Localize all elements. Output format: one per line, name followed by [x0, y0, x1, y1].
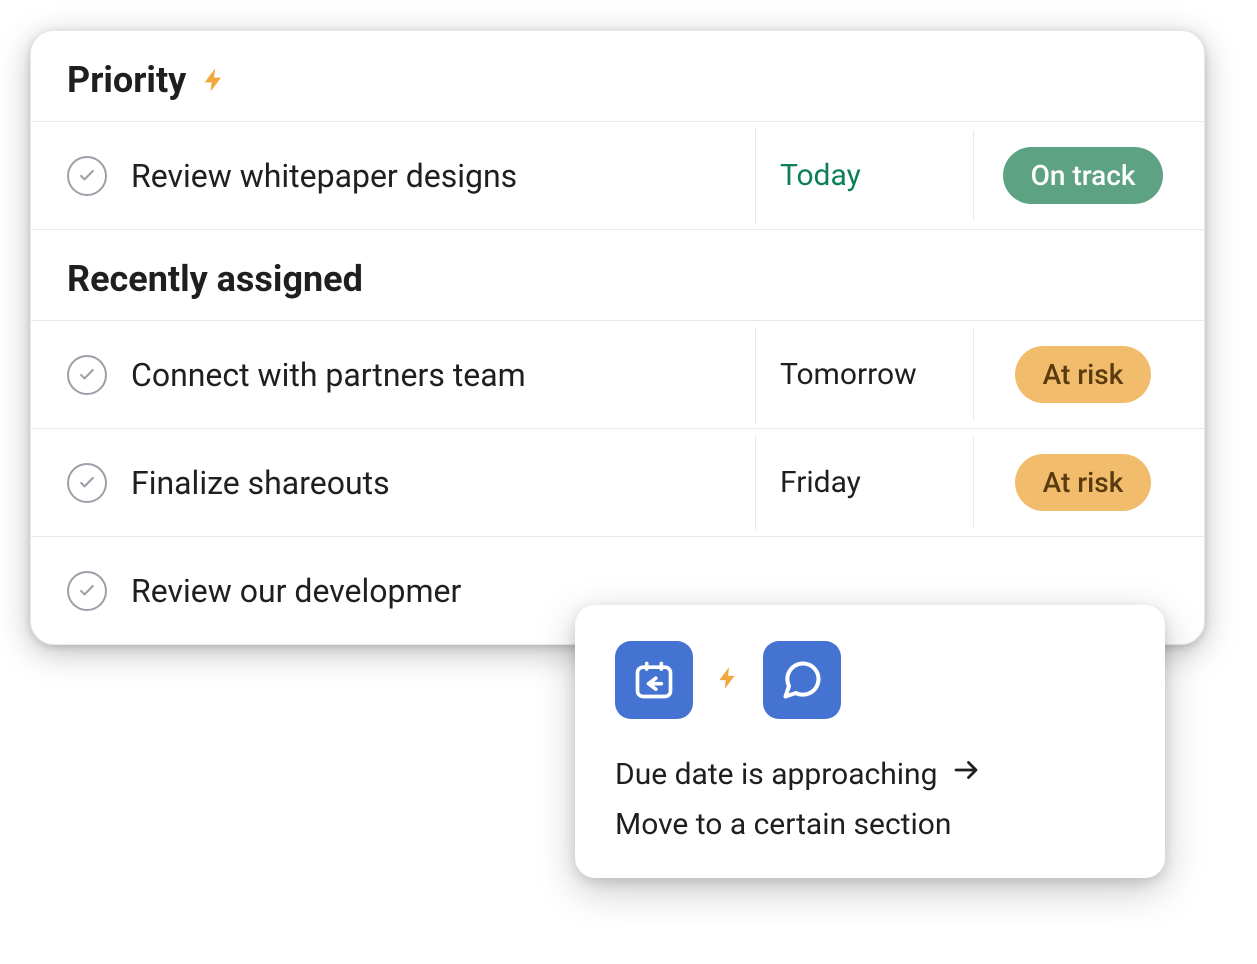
status-badge[interactable]: At risk — [1015, 346, 1152, 403]
status-badge[interactable]: On track — [1003, 147, 1164, 204]
task-date: Today — [780, 158, 861, 193]
task-row[interactable]: Finalize shareouts Friday At risk — [31, 428, 1204, 536]
task-main: Connect with partners team — [31, 327, 756, 423]
task-date: Tomorrow — [780, 357, 917, 392]
task-main: Finalize shareouts — [31, 435, 756, 531]
task-row[interactable]: Review whitepaper designs Today On track — [31, 121, 1204, 229]
lightning-icon — [200, 66, 228, 94]
check-circle-icon[interactable] — [67, 156, 107, 196]
popup-action-text: Move to a certain section — [615, 807, 951, 842]
section-title: Recently assigned — [67, 258, 363, 300]
task-name: Connect with partners team — [131, 356, 526, 394]
section-header-recently-assigned: Recently assigned — [31, 229, 1204, 320]
arrow-right-icon — [951, 755, 981, 793]
task-date-cell: Today — [756, 130, 974, 221]
task-panel: Priority Review whitepaper designs Today… — [30, 30, 1205, 645]
task-date-cell: Tomorrow — [756, 329, 974, 420]
check-circle-icon[interactable] — [67, 463, 107, 503]
calendar-back-icon[interactable] — [615, 641, 693, 719]
task-date-cell: Friday — [756, 437, 974, 528]
task-status-cell: At risk — [974, 434, 1204, 531]
lightning-icon — [715, 665, 741, 695]
task-main: Review our developmer — [31, 543, 591, 639]
comment-icon[interactable] — [763, 641, 841, 719]
task-status-cell: On track — [974, 127, 1204, 224]
check-circle-icon[interactable] — [67, 571, 107, 611]
task-status-cell: At risk — [974, 326, 1204, 423]
status-badge[interactable]: At risk — [1015, 454, 1152, 511]
popup-action-line: Move to a certain section — [615, 807, 1125, 842]
task-date: Friday — [780, 465, 861, 500]
automation-popup: Due date is approaching Move to a certai… — [575, 605, 1165, 878]
task-name: Finalize shareouts — [131, 464, 390, 502]
section-header-priority: Priority — [31, 31, 1204, 121]
popup-icon-row — [615, 641, 1125, 719]
task-row[interactable]: Connect with partners team Tomorrow At r… — [31, 320, 1204, 428]
section-title: Priority — [67, 59, 186, 101]
task-name: Review our developmer — [131, 572, 461, 610]
popup-trigger-text: Due date is approaching — [615, 757, 937, 792]
task-main: Review whitepaper designs — [31, 128, 756, 224]
check-circle-icon[interactable] — [67, 355, 107, 395]
task-name: Review whitepaper designs — [131, 157, 517, 195]
popup-trigger-line: Due date is approaching — [615, 755, 1125, 793]
